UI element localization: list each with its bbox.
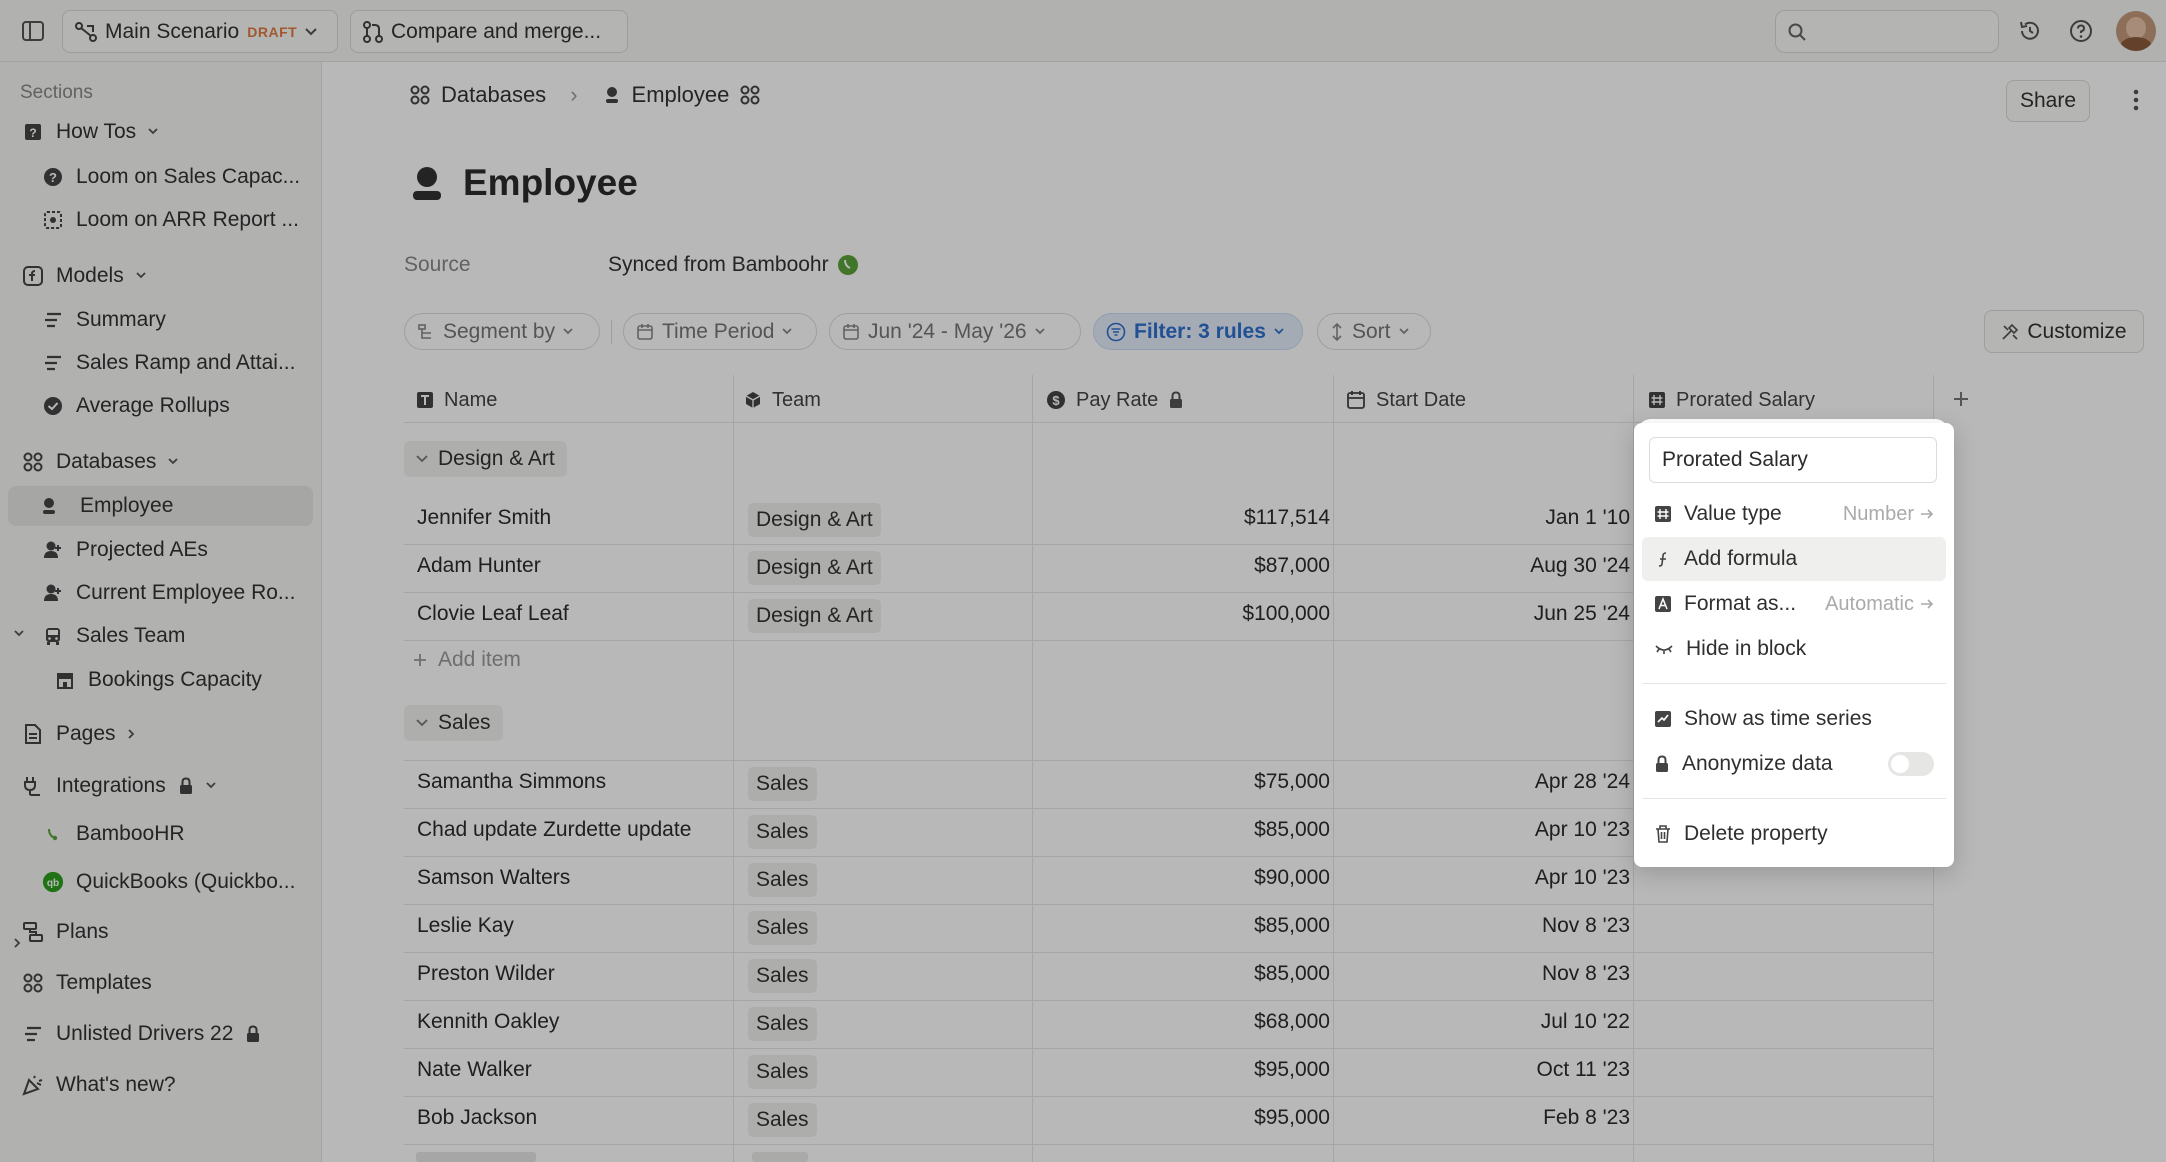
format-value: Automatic [1825,592,1914,615]
eye-closed-icon [1655,645,1673,654]
show-time-series-menu-item[interactable]: Show as time series [1642,697,1946,741]
format-as-menu-item[interactable]: Format as... Automatic [1642,582,1946,626]
anonymize-toggle[interactable] [1888,752,1934,776]
hide-in-block-menu-item[interactable]: Hide in block [1642,627,1946,671]
chart-line-icon [1655,711,1671,727]
add-formula-menu-item[interactable]: Add formula [1642,537,1946,581]
menu-item-label: Value type [1684,502,1782,525]
function-icon [1658,552,1667,567]
value-type-value: Number [1842,502,1914,525]
menu-item-label: Format as... [1684,592,1797,615]
menu-item-value: Number [1843,503,1946,526]
anonymize-toggle-wrap [1888,752,1946,776]
property-name-editor [1641,423,1945,497]
menu-separator [1642,798,1946,799]
lock-icon [1656,755,1668,772]
number-type-icon [1655,506,1671,522]
value-type-menu-item[interactable]: Value type Number [1642,492,1946,536]
menu-item-label: Hide in block [1686,637,1807,660]
menu-item-value: Automatic [1825,593,1946,616]
menu-item-label: Anonymize data [1682,752,1833,775]
anonymize-data-menu-item[interactable]: Anonymize data [1642,742,1946,786]
trash-icon [1656,825,1670,843]
menu-item-label: Show as time series [1684,707,1872,730]
format-icon [1655,596,1671,612]
menu-item-label: Add formula [1684,547,1798,570]
menu-separator [1642,683,1946,684]
arrow-right-icon [1921,599,1934,609]
menu-item-label: Delete property [1684,822,1828,845]
property-name-input[interactable] [1649,437,1937,483]
delete-property-menu-item[interactable]: Delete property [1642,812,1946,856]
arrow-right-icon [1921,509,1934,519]
